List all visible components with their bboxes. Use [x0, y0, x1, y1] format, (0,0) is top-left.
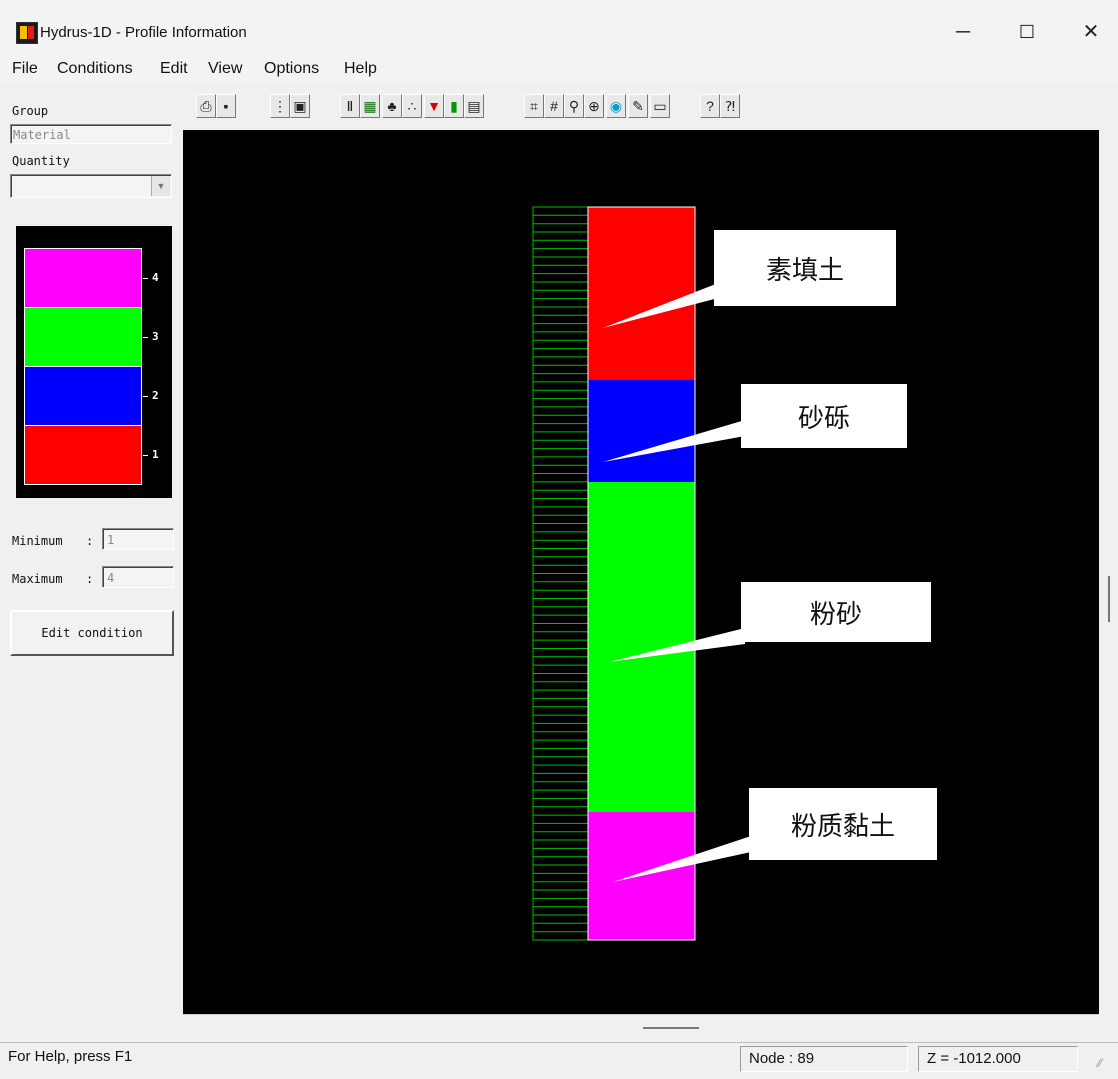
minimum-colon: : [86, 534, 94, 548]
layer-icon[interactable]: ▤ [464, 94, 484, 118]
status-z: Z = -1012.000 [918, 1046, 1078, 1072]
legend-tick [143, 396, 148, 397]
horizontal-scrollbar[interactable] [183, 1014, 1099, 1041]
status-node: Node : 89 [740, 1046, 908, 1072]
group-field: Material [10, 124, 172, 144]
material-icon[interactable]: ▮ [444, 94, 464, 118]
menu-edit[interactable]: Edit [160, 60, 188, 78]
legend-label-1: 1 [152, 448, 159, 461]
frame-icon[interactable]: ▣ [290, 94, 310, 118]
profile-icon[interactable]: Ⅱ [340, 94, 360, 118]
zoom-in-icon[interactable]: ⊕ [584, 94, 604, 118]
menu-file[interactable]: File [12, 60, 38, 78]
observation-points-icon[interactable]: ∴ [402, 94, 422, 118]
legend-tick [143, 278, 148, 279]
grid-icon[interactable]: # [544, 94, 564, 118]
help-icon[interactable]: ? [700, 94, 720, 118]
zoom-icon[interactable]: ⚲ [564, 94, 584, 118]
menu-conditions[interactable]: Conditions [57, 60, 133, 78]
fit-view-icon[interactable]: ⌗ [524, 94, 544, 118]
menu-help[interactable]: Help [344, 60, 377, 78]
table-icon[interactable]: ▦ [360, 94, 380, 118]
maximum-label: Maximum [12, 572, 63, 586]
pencil-icon[interactable]: ✎ [628, 94, 648, 118]
callout-silty-sand: 粉砂 [741, 582, 931, 642]
window-icon[interactable]: ▭ [650, 94, 670, 118]
legend-swatch-1 [24, 425, 142, 485]
window-title: Hydrus-1D - Profile Information [40, 24, 247, 41]
legend-tick [143, 455, 148, 456]
profile-svg [532, 206, 751, 941]
maximum-field[interactable]: 4 [102, 566, 174, 588]
layer-fill-topsoil[interactable] [588, 207, 695, 380]
legend-label-4: 4 [152, 271, 159, 284]
context-help-icon[interactable]: ⁈ [720, 94, 740, 118]
minimum-field[interactable]: 1 [102, 528, 174, 550]
layer-fill-silty-clay[interactable] [588, 812, 695, 940]
minimum-label: Minimum [12, 534, 63, 548]
layer-fill-gravel[interactable] [588, 380, 695, 482]
menu-options[interactable]: Options [264, 60, 319, 78]
node-discretization [533, 206, 588, 941]
grid-dots-icon[interactable]: ⋮ [270, 94, 290, 118]
legend-label-2: 2 [152, 389, 159, 402]
menu-view[interactable]: View [208, 60, 242, 78]
material-legend: 4 3 2 1 [16, 226, 172, 498]
legend-swatch-4 [24, 248, 142, 308]
group-label: Group [12, 104, 49, 118]
save-icon[interactable]: ▪ [216, 94, 236, 118]
maximum-colon: : [86, 572, 94, 586]
chevron-down-icon[interactable]: ▼ [151, 176, 170, 196]
tree-icon[interactable]: ♣ [382, 94, 402, 118]
legend-tick [143, 337, 148, 338]
legend-swatch-3 [24, 307, 142, 367]
quantity-label: Quantity [12, 154, 70, 168]
profile-canvas[interactable]: 素填土 砂砾 粉砂 粉质黏土 [183, 130, 1099, 1014]
quantity-dropdown[interactable]: ▼ [10, 174, 172, 198]
vertical-scroll-thumb[interactable] [1108, 576, 1110, 622]
color-icon[interactable]: ◉ [606, 94, 626, 118]
close-button[interactable]: ✕ [1068, 14, 1114, 50]
legend-swatch-2 [24, 366, 142, 426]
pressure-icon[interactable]: ▼ [424, 94, 444, 118]
vertical-scrollbar[interactable] [1099, 130, 1118, 1014]
edit-condition-button[interactable]: Edit condition [10, 610, 174, 656]
horizontal-scroll-thumb[interactable] [643, 1027, 699, 1029]
status-help-text: For Help, press F1 [8, 1048, 133, 1065]
callout-silty-clay: 粉质黏土 [749, 788, 937, 860]
maximize-button[interactable]: ☐ [1004, 14, 1050, 50]
legend-label-3: 3 [152, 330, 159, 343]
callout-topsoil: 素填土 [714, 230, 896, 306]
print-icon[interactable]: ⎙ [196, 94, 216, 118]
callout-gravel: 砂砾 [741, 384, 907, 448]
app-icon [16, 22, 38, 44]
resize-grip-icon[interactable]: ⁄⁄ [1098, 1056, 1102, 1070]
minimize-button[interactable]: ─ [940, 14, 986, 50]
